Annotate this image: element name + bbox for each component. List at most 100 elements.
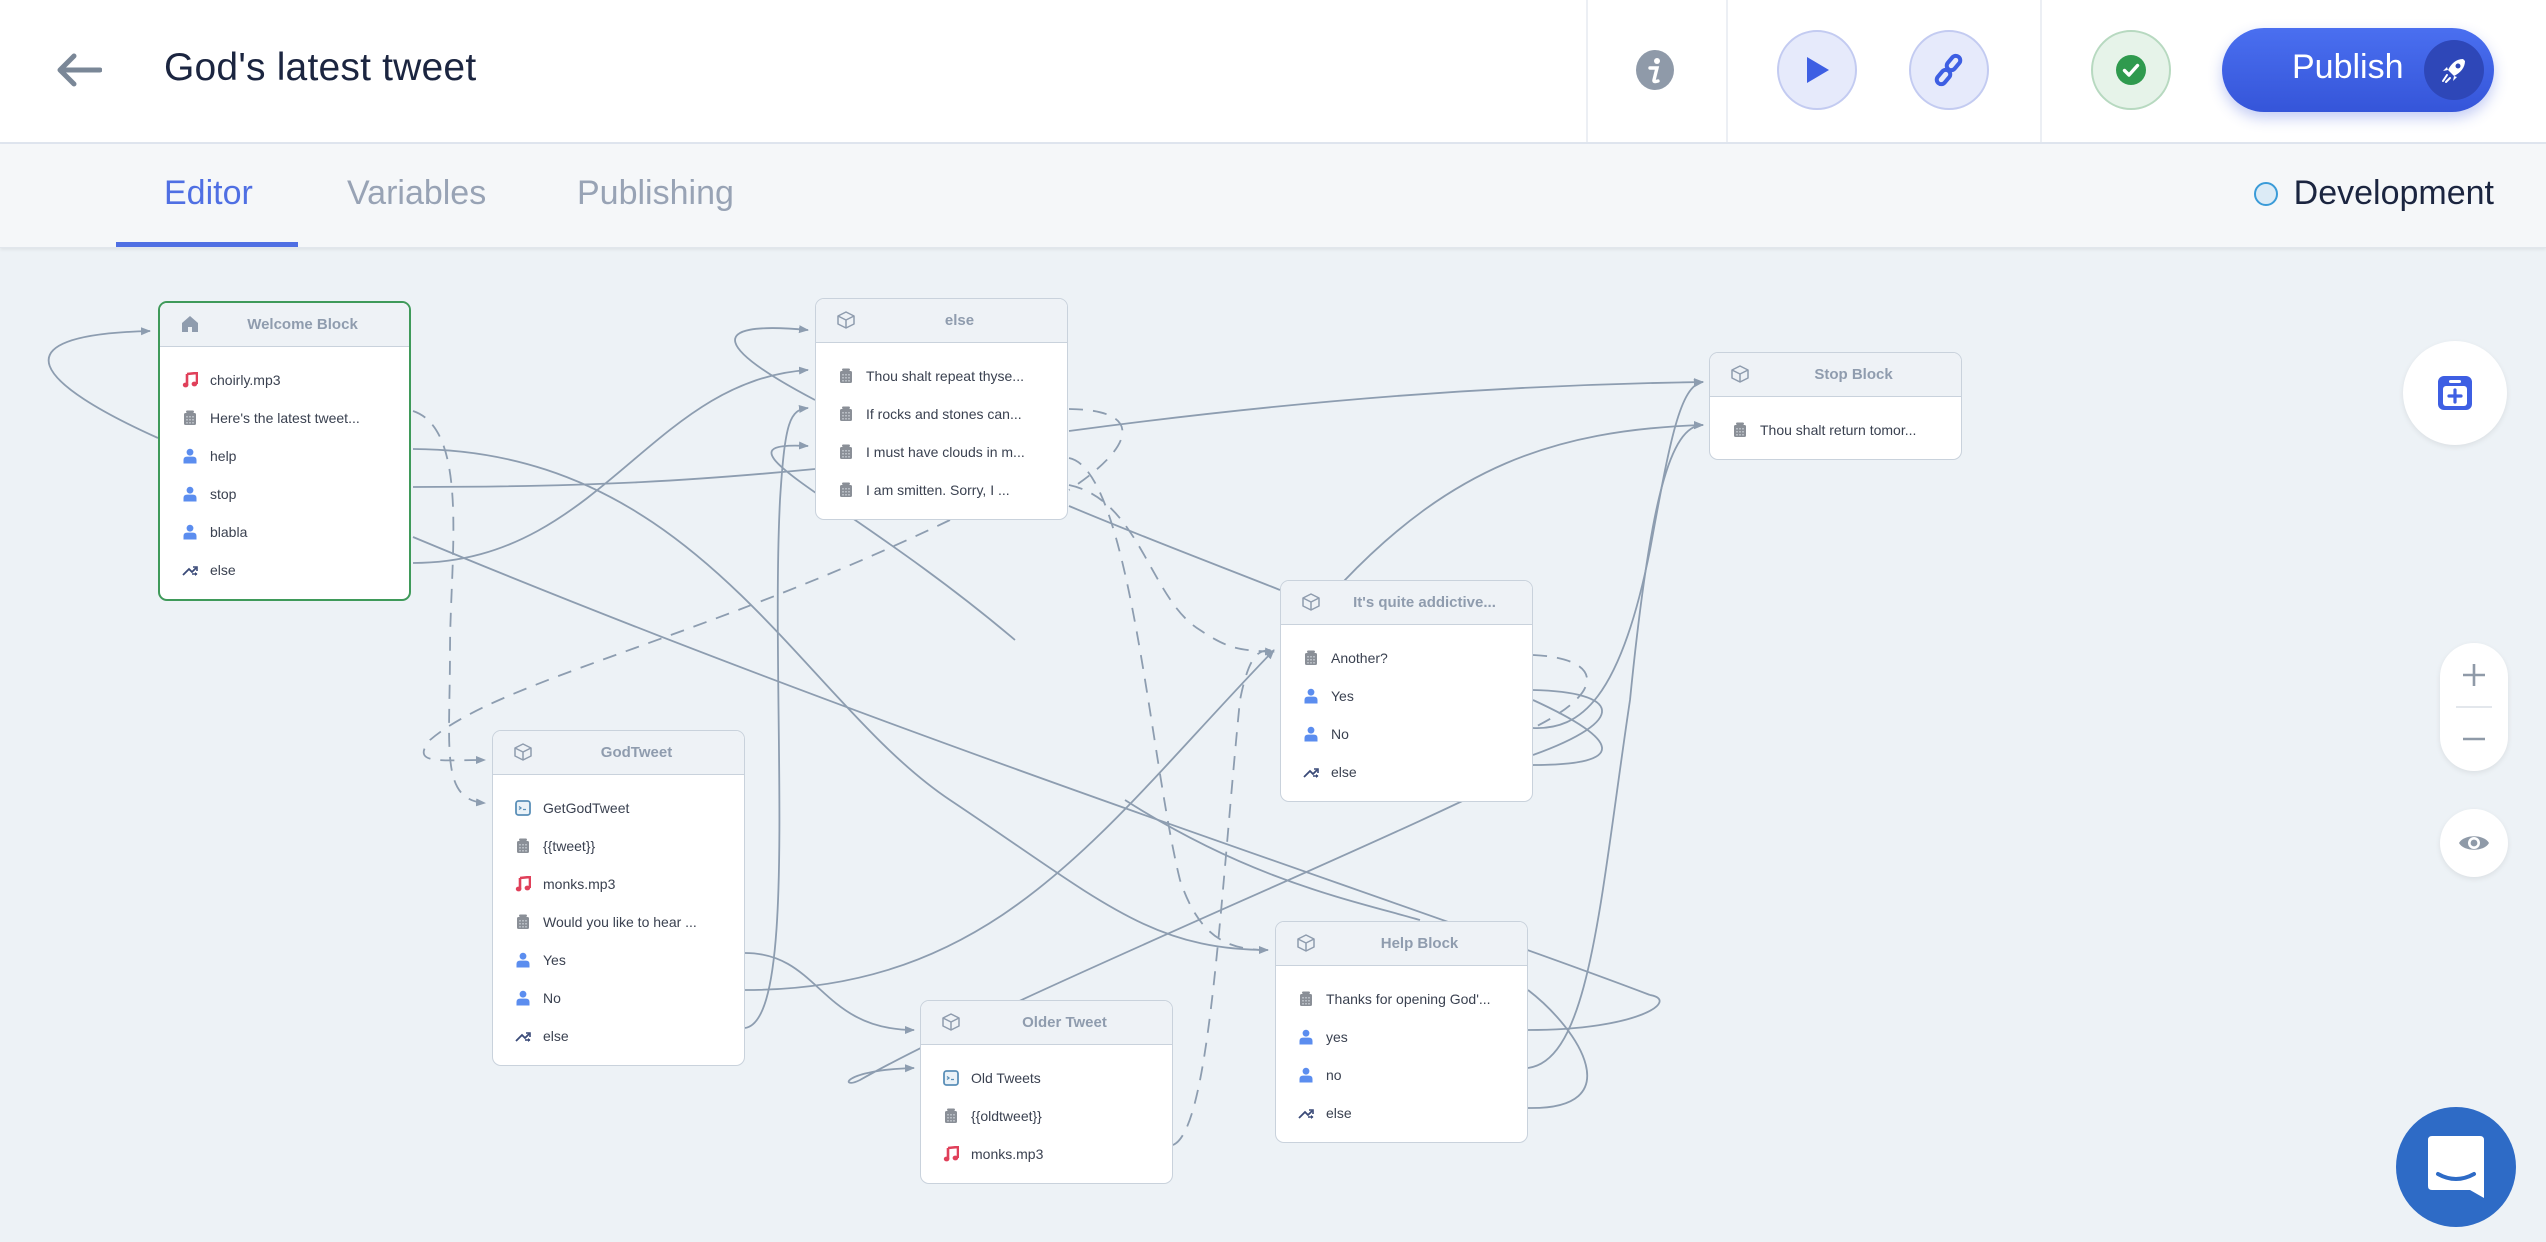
block-item-api[interactable]: GetGodTweet	[493, 789, 744, 827]
block-header[interactable]: else	[816, 299, 1067, 343]
item-icon-wrap	[1298, 1029, 1314, 1045]
item-icon-wrap	[1298, 1105, 1314, 1121]
cube-icon	[942, 1013, 960, 1031]
block-item-label: {{oldtweet}}	[971, 1108, 1042, 1124]
item-icon-wrap	[182, 372, 198, 388]
block-header[interactable]: It's quite addictive...	[1281, 581, 1532, 625]
link-icon	[1934, 53, 1963, 87]
item-icon-wrap	[182, 486, 198, 502]
block-item-label: else	[1326, 1105, 1352, 1121]
add-block-icon	[2438, 376, 2472, 410]
zoom-out-button[interactable]	[2440, 707, 2508, 771]
validation-status-button[interactable]	[2091, 30, 2171, 110]
block-item-user[interactable]: Yes	[1281, 677, 1532, 715]
flow-block-older-tweet[interactable]: Older Tweet Old Tweets {{oldtweet}} monks.…	[920, 1000, 1173, 1184]
item-icon-wrap	[515, 914, 531, 930]
minus-icon	[2463, 737, 2485, 741]
block-item-user[interactable]: no	[1276, 1056, 1527, 1094]
block-header[interactable]: Older Tweet	[921, 1001, 1172, 1045]
block-item-label: yes	[1326, 1029, 1348, 1045]
block-item-user[interactable]: stop	[160, 475, 409, 513]
block-item-message[interactable]: Thou shalt return tomor...	[1710, 411, 1961, 449]
message-icon	[184, 410, 196, 425]
block-item-user[interactable]: blabla	[160, 513, 409, 551]
block-item-audio[interactable]: monks.mp3	[493, 865, 744, 903]
flow-block-godtweet[interactable]: GodTweet GetGodTweet {{tweet}} monks.mp3 Wo…	[492, 730, 745, 1066]
chat-widget-button[interactable]	[2396, 1107, 2516, 1227]
block-item-audio[interactable]: choirly.mp3	[160, 361, 409, 399]
publish-label: Publish	[2292, 48, 2404, 86]
item-icon-wrap	[515, 1028, 531, 1044]
tab-editor[interactable]: Editor	[164, 174, 253, 213]
user-icon	[183, 524, 197, 540]
header-divider	[2040, 0, 2042, 142]
message-icon	[840, 482, 852, 497]
block-item-user[interactable]: No	[1281, 715, 1532, 753]
test-play-button[interactable]	[1777, 30, 1857, 110]
block-item-label: Here's the latest tweet...	[210, 410, 360, 426]
music-note-icon	[182, 372, 198, 388]
block-item-message[interactable]: Another?	[1281, 639, 1532, 677]
block-item-else[interactable]: else	[160, 551, 409, 589]
publish-button[interactable]: Publish	[2222, 28, 2494, 112]
block-item-user[interactable]: yes	[1276, 1018, 1527, 1056]
preview-toggle-button[interactable]	[2440, 809, 2508, 877]
block-item-label: monks.mp3	[543, 876, 616, 892]
flow-block-else[interactable]: else Thou shalt repeat thyse... If rocks …	[815, 298, 1068, 520]
block-item-label: GetGodTweet	[543, 800, 630, 816]
block-item-else[interactable]: else	[493, 1017, 744, 1055]
zoom-controls	[2440, 643, 2508, 771]
item-icon-wrap	[1303, 650, 1319, 666]
block-header[interactable]: GodTweet	[493, 731, 744, 775]
block-item-message[interactable]: Here's the latest tweet...	[160, 399, 409, 437]
block-item-message[interactable]: Would you like to hear ...	[493, 903, 744, 941]
block-item-api[interactable]: Old Tweets	[921, 1059, 1172, 1097]
item-icon-wrap	[182, 524, 198, 540]
block-header[interactable]: Help Block	[1276, 922, 1527, 966]
api-icon	[943, 1070, 959, 1086]
block-item-else[interactable]: else	[1276, 1094, 1527, 1132]
item-icon-wrap	[182, 448, 198, 464]
item-icon-wrap	[1303, 726, 1319, 742]
block-header[interactable]: Stop Block	[1710, 353, 1961, 397]
block-item-message[interactable]: {{oldtweet}}	[921, 1097, 1172, 1135]
item-icon-wrap	[182, 562, 198, 578]
flow-block-help[interactable]: Help Block Thanks for opening God'... yes…	[1275, 921, 1528, 1143]
block-item-label: No	[543, 990, 561, 1006]
flow-block-stop[interactable]: Stop Block Thou shalt return tomor...	[1709, 352, 1962, 460]
plus-icon	[2463, 664, 2485, 686]
page-title: God's latest tweet	[164, 46, 477, 89]
block-item-label: Thou shalt repeat thyse...	[866, 368, 1024, 384]
block-item-label: No	[1331, 726, 1349, 742]
item-icon-wrap	[838, 406, 854, 422]
block-item-message[interactable]: If rocks and stones can...	[816, 395, 1067, 433]
shuffle-icon	[1303, 768, 1319, 778]
add-block-button[interactable]	[2403, 341, 2507, 445]
block-item-label: else	[1331, 764, 1357, 780]
tab-publishing[interactable]: Publishing	[577, 174, 734, 213]
block-item-message[interactable]: I am smitten. Sorry, I ...	[816, 471, 1067, 509]
back-button[interactable]	[56, 52, 103, 88]
chat-bubble-icon	[2428, 1136, 2484, 1198]
flow-block-addictive[interactable]: It's quite addictive... Another? Yes No els…	[1280, 580, 1533, 802]
block-item-message[interactable]: {{tweet}}	[493, 827, 744, 865]
block-item-else[interactable]: else	[1281, 753, 1532, 791]
block-item-user[interactable]: Yes	[493, 941, 744, 979]
block-item-message[interactable]: I must have clouds in m...	[816, 433, 1067, 471]
user-icon	[516, 952, 530, 968]
block-item-message[interactable]: Thanks for opening God'...	[1276, 980, 1527, 1018]
user-icon	[183, 486, 197, 502]
zoom-in-button[interactable]	[2440, 643, 2508, 707]
block-item-user[interactable]: help	[160, 437, 409, 475]
flow-block-welcome[interactable]: Welcome Block choirly.mp3 Here's the late…	[158, 301, 411, 601]
block-item-user[interactable]: No	[493, 979, 744, 1017]
environment-selector[interactable]: Development	[2253, 174, 2494, 213]
tab-variables[interactable]: Variables	[347, 174, 486, 213]
share-link-button[interactable]	[1909, 30, 1989, 110]
block-item-audio[interactable]: monks.mp3	[921, 1135, 1172, 1173]
block-item-message[interactable]: Thou shalt repeat thyse...	[816, 357, 1067, 395]
block-header[interactable]: Welcome Block	[160, 303, 409, 347]
block-item-label: {{tweet}}	[543, 838, 596, 854]
user-icon	[1304, 688, 1318, 704]
info-button[interactable]	[1635, 50, 1675, 90]
